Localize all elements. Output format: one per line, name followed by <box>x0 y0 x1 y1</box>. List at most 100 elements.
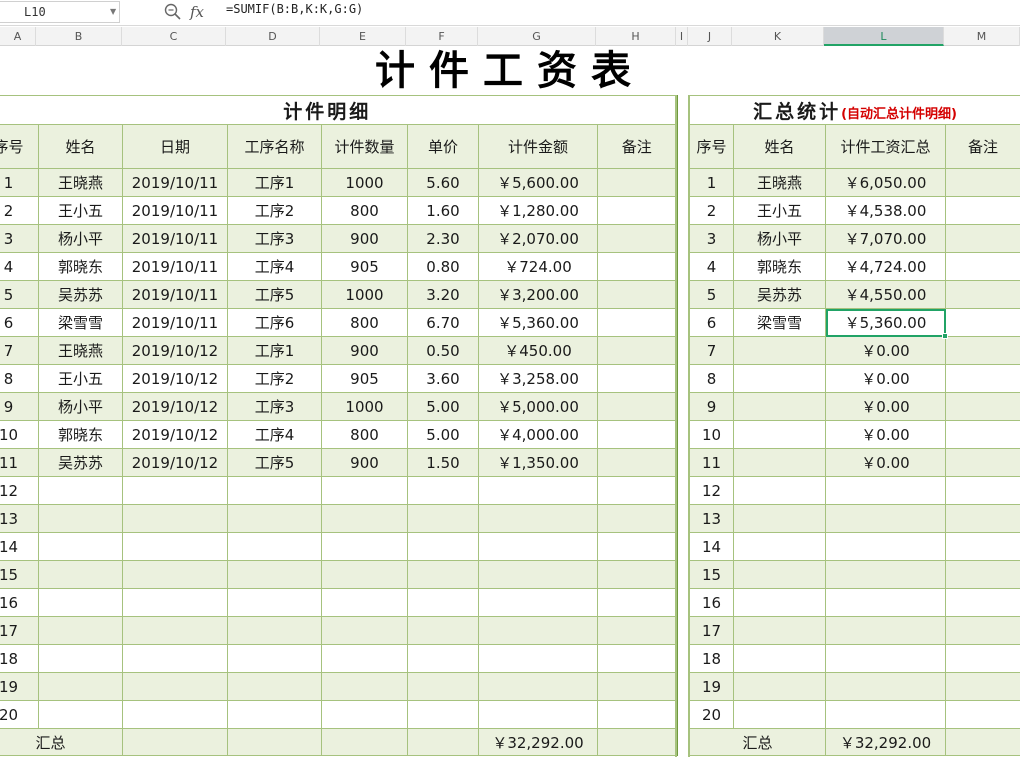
column-label[interactable]: 工序名称 <box>227 124 322 169</box>
amount-cell[interactable]: ￥724.00 <box>478 252 598 281</box>
amount-cell[interactable] <box>478 504 598 533</box>
seq-cell[interactable]: 4 <box>0 252 39 281</box>
remark-cell[interactable] <box>596 280 678 309</box>
name-cell[interactable] <box>38 504 123 533</box>
name-cell[interactable]: 杨小平 <box>733 224 826 253</box>
seq-cell[interactable]: 13 <box>0 504 39 533</box>
name-cell[interactable]: 杨小平 <box>38 392 123 421</box>
unit-price-cell[interactable]: 5.00 <box>407 420 479 449</box>
column-header-c[interactable]: C <box>122 27 226 46</box>
remark-cell[interactable] <box>944 504 1020 533</box>
seq-cell[interactable]: 2 <box>689 196 734 225</box>
wage-total-cell[interactable]: ￥4,538.00 <box>825 196 946 225</box>
total-label[interactable]: 汇总 <box>0 728 123 756</box>
seq-cell[interactable]: 6 <box>689 308 734 337</box>
name-box[interactable]: L10 <box>0 1 120 23</box>
seq-cell[interactable]: 19 <box>0 672 39 701</box>
column-header-b[interactable]: B <box>36 27 122 46</box>
remark-cell[interactable] <box>596 532 678 561</box>
seq-cell[interactable]: 15 <box>689 560 734 589</box>
wage-total-cell[interactable]: ￥0.00 <box>825 392 946 421</box>
seq-cell[interactable]: 11 <box>0 448 39 477</box>
remark-cell[interactable] <box>596 476 678 505</box>
amount-cell[interactable] <box>478 644 598 673</box>
wage-total-cell[interactable] <box>825 700 946 729</box>
seq-cell[interactable]: 17 <box>689 616 734 645</box>
seq-cell[interactable]: 3 <box>689 224 734 253</box>
seq-cell[interactable]: 10 <box>689 420 734 449</box>
seq-cell[interactable]: 6 <box>0 308 39 337</box>
seq-cell[interactable]: 14 <box>689 532 734 561</box>
name-cell[interactable] <box>733 420 826 449</box>
seq-cell[interactable]: 1 <box>0 168 39 197</box>
date-cell[interactable] <box>122 700 228 729</box>
name-cell[interactable] <box>733 560 826 589</box>
remark-cell[interactable] <box>596 560 678 589</box>
wage-total-cell[interactable]: ￥6,050.00 <box>825 168 946 197</box>
seq-cell[interactable]: 2 <box>0 196 39 225</box>
quantity-cell[interactable]: 800 <box>321 308 408 337</box>
wage-total-cell[interactable]: ￥0.00 <box>825 336 946 365</box>
quantity-cell[interactable]: 800 <box>321 196 408 225</box>
remark-cell[interactable] <box>596 252 678 281</box>
wage-total-cell[interactable] <box>825 644 946 673</box>
name-cell[interactable]: 王小五 <box>38 196 123 225</box>
remark-cell[interactable] <box>596 700 678 729</box>
column-header-d[interactable]: D <box>226 27 320 46</box>
column-label[interactable]: 姓名 <box>733 124 826 169</box>
process-cell[interactable]: 工序1 <box>227 336 322 365</box>
name-cell[interactable]: 王小五 <box>38 364 123 393</box>
remark-cell[interactable] <box>944 364 1020 393</box>
total-amount[interactable]: ￥32,292.00 <box>478 728 598 756</box>
empty-cell[interactable] <box>596 728 678 756</box>
column-header-i[interactable]: I <box>676 27 688 46</box>
seq-cell[interactable]: 18 <box>689 644 734 673</box>
amount-cell[interactable]: ￥450.00 <box>478 336 598 365</box>
date-cell[interactable]: 2019/10/11 <box>122 196 228 225</box>
amount-cell[interactable]: ￥5,000.00 <box>478 392 598 421</box>
seq-cell[interactable]: 19 <box>689 672 734 701</box>
name-cell[interactable] <box>733 476 826 505</box>
wage-total-cell[interactable] <box>825 616 946 645</box>
column-header-g[interactable]: G <box>478 27 596 46</box>
remark-cell[interactable] <box>944 588 1020 617</box>
amount-cell[interactable] <box>478 532 598 561</box>
name-cell[interactable]: 郭晓东 <box>38 252 123 281</box>
date-cell[interactable]: 2019/10/11 <box>122 224 228 253</box>
wage-total-cell[interactable]: ￥0.00 <box>825 448 946 477</box>
fx-icon[interactable]: fx <box>190 2 204 22</box>
amount-cell[interactable] <box>478 700 598 729</box>
unit-price-cell[interactable]: 3.60 <box>407 364 479 393</box>
name-cell[interactable] <box>733 672 826 701</box>
quantity-cell[interactable]: 900 <box>321 224 408 253</box>
amount-cell[interactable]: ￥3,258.00 <box>478 364 598 393</box>
remark-cell[interactable] <box>944 476 1020 505</box>
process-cell[interactable] <box>227 476 322 505</box>
amount-cell[interactable] <box>478 588 598 617</box>
zoom-icon[interactable] <box>163 2 183 22</box>
active-cell[interactable]: ￥5,360.00 <box>825 308 946 337</box>
name-cell[interactable]: 梁雪雪 <box>733 308 826 337</box>
quantity-cell[interactable] <box>321 504 408 533</box>
date-cell[interactable]: 2019/10/12 <box>122 392 228 421</box>
column-label[interactable]: 单价 <box>407 124 479 169</box>
process-cell[interactable]: 工序5 <box>227 448 322 477</box>
remark-cell[interactable] <box>944 420 1020 449</box>
date-cell[interactable]: 2019/10/11 <box>122 168 228 197</box>
remark-cell[interactable] <box>944 308 1020 337</box>
remark-cell[interactable] <box>596 644 678 673</box>
date-cell[interactable] <box>122 560 228 589</box>
empty-cell[interactable] <box>944 728 1020 756</box>
remark-cell[interactable] <box>944 336 1020 365</box>
seq-cell[interactable]: 16 <box>0 588 39 617</box>
seq-cell[interactable]: 8 <box>0 364 39 393</box>
name-cell[interactable]: 吴苏苏 <box>38 280 123 309</box>
empty-cell[interactable] <box>321 728 408 756</box>
column-label[interactable]: 序号 <box>0 124 39 169</box>
seq-cell[interactable]: 1 <box>689 168 734 197</box>
quantity-cell[interactable]: 900 <box>321 448 408 477</box>
seq-cell[interactable]: 14 <box>0 532 39 561</box>
name-cell[interactable] <box>733 532 826 561</box>
name-cell[interactable] <box>733 364 826 393</box>
remark-cell[interactable] <box>944 644 1020 673</box>
